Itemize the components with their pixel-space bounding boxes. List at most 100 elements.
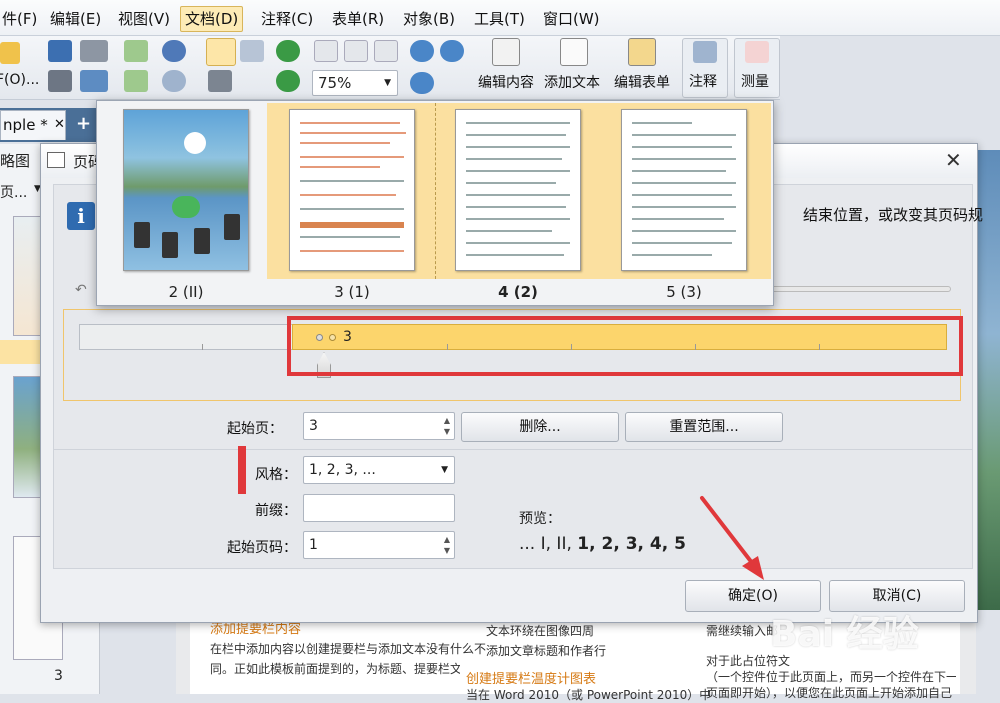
text-line bbox=[466, 182, 556, 184]
text-line bbox=[632, 158, 736, 160]
style-select[interactable]: 1, 2, 3, ... ▼ bbox=[303, 456, 455, 484]
info-icon: i bbox=[67, 202, 95, 230]
spinner-icon[interactable]: ▲ ▼ bbox=[442, 534, 452, 556]
edit-form-icon[interactable] bbox=[628, 38, 656, 66]
rotate-ccw-icon[interactable] bbox=[276, 70, 300, 92]
open-folder-icon[interactable] bbox=[0, 42, 20, 64]
fit-page-icon[interactable] bbox=[344, 40, 368, 62]
document-tab-label: nple * bbox=[3, 116, 48, 134]
annotate-icon bbox=[693, 41, 717, 63]
menu-comment[interactable]: 注释(C) bbox=[257, 6, 317, 32]
spinner-icon[interactable]: ▲ ▼ bbox=[442, 415, 452, 437]
page-thumbnail[interactable] bbox=[621, 109, 747, 271]
text-line bbox=[632, 122, 692, 124]
zoom-select[interactable]: 75% ▼ bbox=[312, 70, 398, 96]
text-line bbox=[300, 236, 400, 238]
actual-size-icon[interactable] bbox=[314, 40, 338, 62]
hand-tool-icon[interactable] bbox=[206, 38, 236, 66]
menu-window[interactable]: 窗口(W) bbox=[539, 6, 604, 32]
page-thumbnail-cover[interactable] bbox=[123, 109, 249, 271]
start-page-input[interactable]: 3 ▲ ▼ bbox=[303, 412, 455, 440]
doc-text: 同。正如此模板前面提到的，为标题、提要栏文本 bbox=[210, 662, 460, 676]
reset-range-button[interactable]: 重置范围... bbox=[625, 412, 783, 442]
preview-bold: 1, 2, 3, 4, 5 bbox=[577, 534, 686, 554]
menu-tools[interactable]: 工具(T) bbox=[470, 6, 529, 32]
menu-view[interactable]: 视图(V) bbox=[114, 6, 174, 32]
delete-button[interactable]: 删除... bbox=[461, 412, 619, 442]
zoom-in-icon[interactable] bbox=[410, 40, 434, 62]
zoom-out-icon[interactable] bbox=[440, 40, 464, 62]
text-line bbox=[632, 254, 712, 256]
open-label[interactable]: F(O)... bbox=[0, 72, 39, 88]
annotate-label: 注释 bbox=[689, 74, 717, 90]
menu-document[interactable]: 文档(D) bbox=[180, 6, 244, 32]
text-line bbox=[300, 142, 390, 144]
preview-plain: ... I, II, bbox=[519, 534, 578, 554]
doc-text: 页面即开始），以便您在此页面上开始添加自己 bbox=[706, 686, 953, 700]
menu-bar: 件(F) 编辑(E) 视图(V) 文档(D) 注释(C) 表单(R) 对象(B)… bbox=[0, 0, 1000, 36]
new-tab-icon[interactable]: + bbox=[76, 113, 91, 134]
panel-dropdown[interactable]: 页... bbox=[0, 182, 27, 202]
text-line bbox=[300, 194, 396, 196]
document-tab[interactable]: nple * ✕ bbox=[0, 110, 66, 140]
menu-object[interactable]: 对象(B) bbox=[399, 6, 459, 32]
preview-text: ... I, II, 1, 2, 3, 4, 5 bbox=[519, 534, 686, 554]
menu-form[interactable]: 表单(R) bbox=[328, 6, 388, 32]
page-thumbnail[interactable] bbox=[455, 109, 581, 271]
start-page-value: 3 bbox=[309, 418, 318, 434]
snapshot-icon[interactable] bbox=[208, 70, 232, 92]
edit-form-label[interactable]: 编辑表单 bbox=[614, 72, 670, 92]
text-line bbox=[466, 170, 570, 172]
back-page-icon[interactable] bbox=[124, 40, 148, 62]
text-line bbox=[300, 166, 380, 168]
doc-bullet: 文本环绕在图像四周 bbox=[486, 624, 595, 638]
email-icon[interactable] bbox=[80, 70, 108, 92]
phone-icon bbox=[134, 222, 150, 248]
rotate-cw-icon[interactable] bbox=[276, 40, 300, 62]
undo-icon[interactable]: ↶ bbox=[75, 282, 87, 298]
print-icon[interactable] bbox=[48, 70, 72, 92]
start-number-input[interactable]: 1 ▲ ▼ bbox=[303, 531, 455, 559]
text-line bbox=[466, 158, 562, 160]
start-number-label: 起始页码： bbox=[227, 540, 297, 556]
text-line bbox=[466, 194, 570, 196]
edit-content-label[interactable]: 编辑内容 bbox=[478, 72, 534, 92]
edit-content-icon[interactable] bbox=[492, 38, 520, 66]
text-line bbox=[300, 222, 404, 228]
add-text-icon[interactable] bbox=[560, 38, 588, 66]
zoom-plus-icon[interactable] bbox=[410, 72, 434, 94]
undo-icon[interactable] bbox=[162, 40, 186, 62]
forward-page-icon[interactable] bbox=[124, 70, 148, 92]
dialog-description: 结束位置，或改变其页码规 bbox=[803, 206, 984, 224]
start-page-label: 起始页： bbox=[227, 421, 283, 437]
annotate-button[interactable]: 注释 bbox=[682, 38, 728, 98]
text-line bbox=[632, 170, 726, 172]
chat-icon bbox=[172, 196, 200, 218]
page-thumbnail[interactable] bbox=[289, 109, 415, 271]
text-line bbox=[300, 132, 406, 134]
menu-edit[interactable]: 编辑(E) bbox=[46, 6, 105, 32]
text-line bbox=[632, 134, 736, 136]
page-thumbnail-popup: 2 (II) 3 (1) 4 (2) 5 (3) bbox=[96, 100, 774, 306]
select-text-icon[interactable] bbox=[240, 40, 264, 62]
add-text-label[interactable]: 添加文本 bbox=[544, 72, 600, 92]
close-icon[interactable]: ✕ bbox=[54, 111, 65, 139]
highlight-box bbox=[238, 446, 246, 494]
prefix-label: 前缀： bbox=[255, 503, 297, 519]
save-icon[interactable] bbox=[48, 40, 72, 62]
measure-label: 测量 bbox=[741, 74, 769, 90]
scanner-icon[interactable] bbox=[80, 40, 108, 62]
text-line bbox=[466, 206, 566, 208]
text-line bbox=[632, 218, 724, 220]
thumbnail-label: 5 (3) bbox=[666, 283, 702, 301]
chevron-down-icon: ▼ bbox=[384, 78, 391, 88]
doc-bullet: 添加文章标题和作者行 bbox=[486, 644, 607, 658]
fit-width-icon[interactable] bbox=[374, 40, 398, 62]
redo-icon[interactable] bbox=[162, 70, 186, 92]
style-value: 1, 2, 3, ... bbox=[309, 462, 376, 478]
prefix-input[interactable] bbox=[303, 494, 455, 522]
measure-button[interactable]: 测量 bbox=[734, 38, 780, 98]
menu-file[interactable]: 件(F) bbox=[0, 6, 41, 32]
start-number-value: 1 bbox=[309, 537, 318, 553]
close-icon[interactable]: ✕ bbox=[945, 148, 962, 172]
